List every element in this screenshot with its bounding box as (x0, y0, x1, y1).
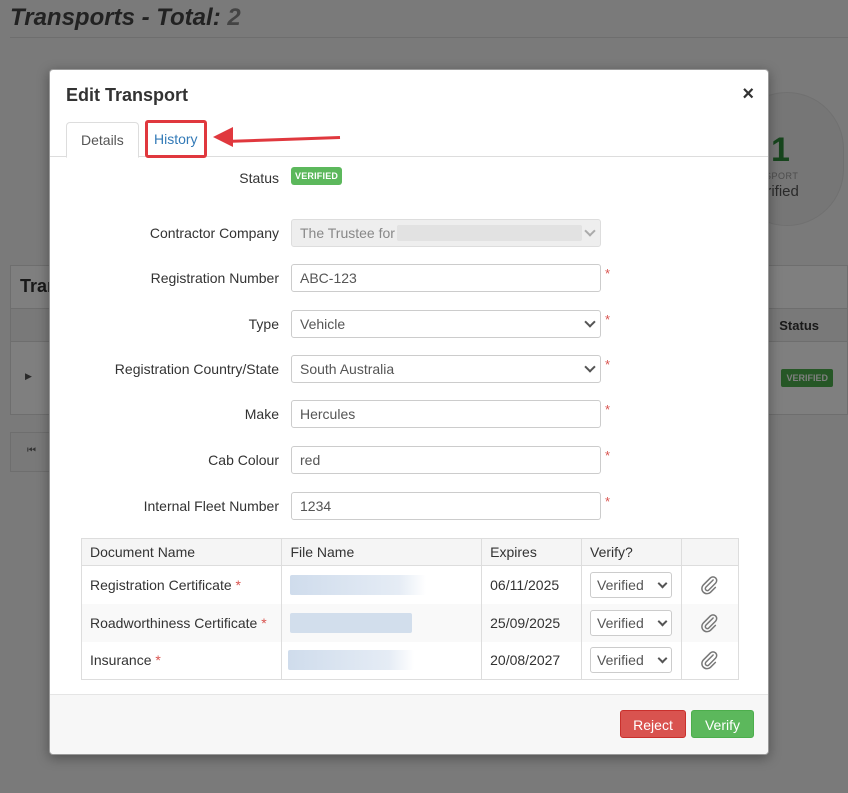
status-row: Status VERIFIED (50, 164, 768, 192)
file-name-cell (281, 641, 483, 680)
contractor-company-row: Contractor Company The Trustee for (50, 219, 768, 247)
verify-select[interactable]: Verified (590, 647, 673, 674)
verify-select[interactable]: Verified (590, 609, 673, 636)
file-name-cell (281, 603, 483, 642)
status-label: Status (239, 170, 279, 186)
required-marker: * (605, 312, 611, 327)
column-header: Verify? (581, 538, 683, 566)
required-marker: * (605, 357, 611, 372)
paperclip-icon[interactable] (698, 649, 720, 671)
modal-body: Status VERIFIED Contractor Company The T… (50, 158, 768, 694)
paperclip-icon[interactable] (698, 574, 720, 596)
make-input[interactable]: Hercules (291, 400, 601, 428)
type-row: Type Vehicle * (50, 310, 768, 338)
edit-transport-modal: Edit Transport × Details History Status … (49, 69, 769, 755)
documents-table: Document Name File Name Expires Verify? … (80, 538, 739, 680)
chevron-down-icon (657, 616, 668, 626)
type-label: Type (248, 316, 279, 332)
registration-number-label: Registration Number (150, 270, 279, 286)
redacted-file-link[interactable] (290, 574, 427, 595)
registration-country-row: Registration Country/State South Austral… (50, 355, 768, 383)
make-row: Make Hercules * (50, 400, 768, 428)
registration-number-input[interactable]: ABC-123 (291, 264, 601, 292)
required-marker: * (605, 494, 611, 509)
cab-colour-label: Cab Colour (208, 452, 279, 468)
make-label: Make (244, 406, 279, 422)
registration-country-select[interactable]: South Australia (291, 355, 601, 383)
column-header: Expires (481, 538, 583, 566)
close-button[interactable]: × (742, 84, 754, 104)
verify-cell: Verified (581, 565, 683, 604)
chevron-down-icon (584, 316, 596, 328)
modal-tabs: Details History (50, 120, 768, 158)
required-marker: * (605, 402, 611, 417)
document-name-cell: Roadworthiness Certificate * (80, 603, 283, 642)
annotation-arrow-head (213, 127, 233, 147)
expires-cell: 20/08/2027 (481, 641, 583, 680)
chevron-down-icon (584, 225, 596, 237)
expires-cell: 06/11/2025 (481, 565, 583, 604)
table-row: Insurance * 20/08/2027 Verified (80, 641, 739, 680)
chevron-down-icon (657, 653, 668, 664)
internal-fleet-number-label: Internal Fleet Number (143, 498, 279, 514)
documents-table-header: Document Name File Name Expires Verify? (80, 538, 739, 566)
table-row: Registration Certificate * 06/11/2025 Ve… (80, 565, 739, 604)
cab-colour-row: Cab Colour red * (50, 446, 768, 474)
redacted-file-link[interactable] (290, 612, 413, 633)
internal-fleet-number-row: Internal Fleet Number 1234 * (50, 492, 768, 520)
redacted-file-link[interactable] (288, 650, 415, 671)
chevron-down-icon (657, 578, 668, 589)
modal-footer: Reject Verify (50, 694, 768, 754)
document-name-cell: Insurance * (80, 641, 283, 680)
column-header: File Name (281, 538, 483, 566)
column-header (681, 538, 739, 566)
required-marker: * (605, 266, 611, 281)
required-marker: * (605, 448, 611, 463)
file-name-cell (281, 565, 483, 604)
cab-colour-input[interactable]: red (291, 446, 601, 474)
chevron-down-icon (584, 361, 596, 373)
verify-cell: Verified (581, 603, 683, 642)
expires-cell: 25/09/2025 (481, 603, 583, 642)
registration-country-label: Registration Country/State (114, 361, 279, 377)
redacted-text (397, 225, 582, 241)
modal-title: Edit Transport (66, 85, 189, 105)
tab-history[interactable]: History (145, 120, 207, 158)
reject-button[interactable]: Reject (620, 710, 686, 738)
contractor-company-select: The Trustee for (291, 219, 601, 247)
paperclip-icon[interactable] (698, 612, 720, 634)
document-name-cell: Registration Certificate * (80, 565, 283, 604)
registration-number-row: Registration Number ABC-123 * (50, 264, 768, 292)
type-select[interactable]: Vehicle (291, 310, 601, 338)
verify-cell: Verified (581, 641, 683, 680)
modal-header: Edit Transport × (50, 70, 768, 121)
status-badge: VERIFIED (291, 167, 343, 185)
contractor-company-label: Contractor Company (149, 225, 279, 241)
verify-button[interactable]: Verify (691, 710, 754, 738)
table-row: Roadworthiness Certificate * 25/09/2025 … (80, 603, 739, 642)
verify-select[interactable]: Verified (590, 571, 673, 598)
attachment-cell (681, 565, 739, 604)
attachment-cell (681, 641, 739, 680)
tab-details[interactable]: Details (66, 122, 139, 158)
column-header: Document Name (80, 538, 283, 566)
internal-fleet-number-input[interactable]: 1234 (291, 492, 601, 520)
attachment-cell (681, 603, 739, 642)
